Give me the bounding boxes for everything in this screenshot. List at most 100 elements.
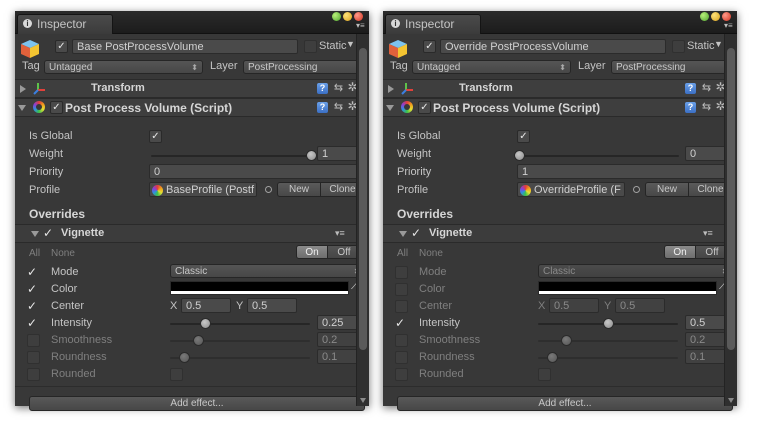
rounded-checkbox[interactable] [538,368,551,381]
vignette-header[interactable]: ✓ Vignette ▾≡ [383,224,724,243]
help-icon[interactable]: ? [317,102,328,113]
color-override-checkbox[interactable] [395,283,408,296]
intensity-slider-knob[interactable] [603,318,614,329]
active-checkbox[interactable]: ✓ [55,40,68,53]
intensity-slider-track[interactable] [170,323,310,325]
weight-slider-knob[interactable] [514,150,525,161]
priority-field[interactable]: 1 [517,164,733,179]
center-override-check[interactable]: ✓ [27,300,37,312]
mode-dropdown[interactable]: Classic⬍ [170,264,365,278]
close-button[interactable] [722,12,731,21]
none-toggle[interactable]: None [51,248,75,259]
static-checkbox[interactable] [304,40,317,53]
rounded-checkbox[interactable] [170,368,183,381]
tag-dropdown[interactable]: Untagged ⬍ [44,60,203,74]
layer-dropdown[interactable]: PostProcessing⬍ [611,60,735,74]
help-icon[interactable]: ? [685,83,696,94]
profile-field[interactable]: BaseProfile (Postf [149,182,257,197]
center-override-checkbox[interactable] [395,300,408,313]
center-x-field[interactable]: 0.5 [181,298,231,313]
roundness-override-checkbox[interactable] [27,351,40,364]
none-toggle[interactable]: None [419,248,443,259]
center-y-field[interactable]: 0.5 [615,298,665,313]
vignette-enabled-check[interactable]: ✓ [411,227,421,239]
presets-icon[interactable]: ⇆ [333,83,344,94]
fold-down-icon[interactable] [31,231,39,237]
center-y-field[interactable]: 0.5 [247,298,297,313]
menu-icon[interactable]: ▾≡ [356,22,365,30]
object-picker-icon[interactable] [633,186,640,193]
rounded-override-checkbox[interactable] [27,368,40,381]
menu-icon[interactable]: ▾≡ [335,228,345,239]
fold-right-icon[interactable] [388,85,394,93]
weight-slider-track[interactable] [519,155,679,157]
smoothness-slider-track[interactable] [538,340,678,342]
fold-down-icon[interactable] [386,105,394,111]
smoothness-override-checkbox[interactable] [395,334,408,347]
roundness-slider-knob[interactable] [179,352,190,363]
intensity-slider-knob[interactable] [200,318,211,329]
gameobject-name-field[interactable]: Base PostProcessVolume [72,39,298,54]
roundness-slider-track[interactable] [170,357,310,359]
scrollbar-thumb[interactable] [359,48,367,350]
zoom-button[interactable] [332,12,341,21]
minimize-button[interactable] [343,12,352,21]
roundness-slider-track[interactable] [538,357,678,359]
static-dropdown-icon[interactable]: ▼ [714,39,723,49]
gameobject-name-field[interactable]: Override PostProcessVolume [440,39,666,54]
zoom-button[interactable] [700,12,709,21]
weight-slider-track[interactable] [151,155,311,157]
smoothness-override-checkbox[interactable] [27,334,40,347]
color-swatch[interactable] [170,281,349,295]
presets-icon[interactable]: ⇆ [333,102,344,113]
tab-inspector[interactable]: i Inspector [17,14,113,34]
static-checkbox[interactable] [672,40,685,53]
help-icon[interactable]: ? [685,102,696,113]
transform-header[interactable]: Transform ? ⇆ ✲ [15,79,358,98]
color-override-check[interactable]: ✓ [27,283,37,295]
mode-override-check[interactable]: ✓ [27,266,37,278]
presets-icon[interactable]: ⇆ [701,83,712,94]
intensity-override-check[interactable]: ✓ [27,317,37,329]
close-button[interactable] [354,12,363,21]
script-header[interactable]: ✓ Post Process Volume (Script) ? ⇆ ✲ [15,98,358,117]
static-dropdown-icon[interactable]: ▼ [346,39,355,49]
fold-down-icon[interactable] [18,105,26,111]
smoothness-slider-track[interactable] [170,340,310,342]
scrollbar[interactable] [724,34,737,406]
tag-dropdown[interactable]: Untagged ⬍ [412,60,571,74]
all-toggle[interactable]: All [29,248,40,259]
scroll-down-icon[interactable] [360,398,366,403]
profile-field[interactable]: OverrideProfile (F [517,182,625,197]
menu-icon[interactable]: ▾≡ [724,22,733,30]
vignette-header[interactable]: ✓ Vignette ▾≡ [15,224,356,243]
layer-dropdown[interactable]: PostProcessing⬍ [243,60,367,74]
new-profile-button[interactable]: New [277,182,321,197]
script-enabled-checkbox[interactable]: ✓ [418,101,431,114]
roundness-override-checkbox[interactable] [395,351,408,364]
script-header[interactable]: ✓ Post Process Volume (Script) ? ⇆ ✲ [383,98,726,117]
transform-header[interactable]: Transform ? ⇆ ✲ [383,79,726,98]
roundness-slider-knob[interactable] [547,352,558,363]
scrollbar-thumb[interactable] [727,48,735,350]
presets-icon[interactable]: ⇆ [701,102,712,113]
active-checkbox[interactable]: ✓ [423,40,436,53]
is-global-checkbox[interactable]: ✓ [517,130,530,143]
add-effect-button[interactable]: Add effect... [397,396,733,411]
weight-slider-knob[interactable] [306,150,317,161]
vignette-enabled-check[interactable]: ✓ [43,227,53,239]
script-enabled-checkbox[interactable]: ✓ [50,101,63,114]
is-global-checkbox[interactable]: ✓ [149,130,162,143]
on-button[interactable]: On [296,245,328,259]
priority-field[interactable]: 0 [149,164,365,179]
smoothness-slider-knob[interactable] [193,335,204,346]
smoothness-slider-knob[interactable] [561,335,572,346]
scroll-down-icon[interactable] [728,398,734,403]
on-button[interactable]: On [664,245,696,259]
fold-right-icon[interactable] [20,85,26,93]
add-effect-button[interactable]: Add effect... [29,396,365,411]
scrollbar[interactable] [356,34,369,406]
intensity-override-check[interactable]: ✓ [395,317,405,329]
center-x-field[interactable]: 0.5 [549,298,599,313]
help-icon[interactable]: ? [317,83,328,94]
